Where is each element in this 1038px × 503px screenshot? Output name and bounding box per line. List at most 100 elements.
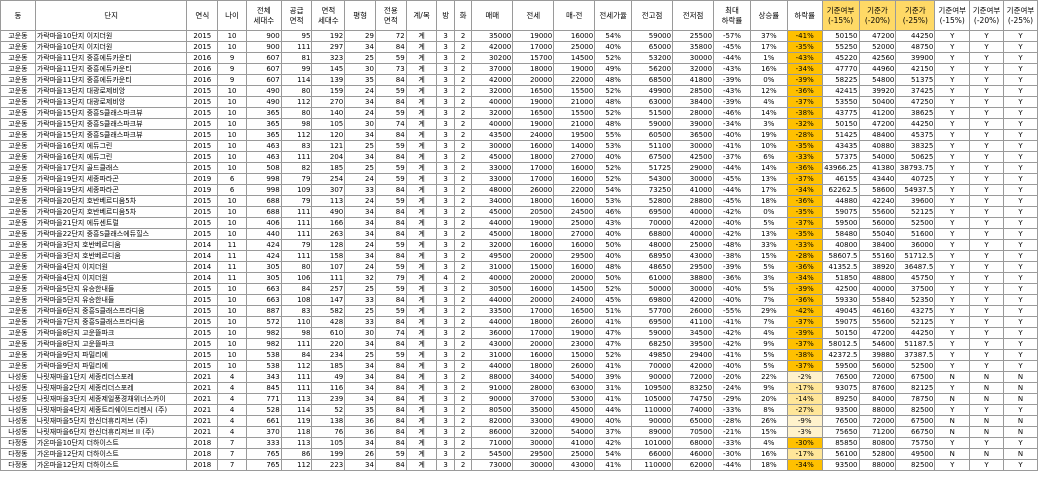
col-price-20-cell[interactable]: 47200 bbox=[858, 327, 897, 339]
col-flag-15-cell[interactable]: Y bbox=[934, 382, 971, 394]
col-age-cell[interactable]: 10 bbox=[217, 140, 247, 152]
col-total-units-cell[interactable]: 998 bbox=[245, 184, 282, 196]
col-age-cell[interactable]: 10 bbox=[217, 85, 247, 97]
col-sale-price-cell[interactable]: 90000 bbox=[471, 393, 514, 405]
col-area-units-cell[interactable]: 270 bbox=[311, 96, 346, 108]
col-baths-cell[interactable]: 2 bbox=[453, 360, 473, 372]
col-total-units-cell[interactable]: 365 bbox=[245, 118, 282, 130]
col-pyeong-cell[interactable]: 25 bbox=[344, 140, 376, 152]
col-total-units-cell[interactable]: 982 bbox=[245, 338, 282, 350]
col-sale-price-cell[interactable]: 32000 bbox=[471, 107, 514, 119]
col-max-drop-cell[interactable]: -42% bbox=[713, 327, 751, 339]
col-jeonse-ratio-cell[interactable]: 53% bbox=[594, 140, 633, 152]
col-rooms-cell[interactable]: 3 bbox=[436, 206, 455, 218]
col-year-cell[interactable]: 2015 bbox=[186, 30, 219, 42]
col-price-20-cell[interactable]: 48800 bbox=[858, 272, 897, 284]
col-baths-cell[interactable]: 2 bbox=[453, 371, 473, 383]
col-jeonse-ratio-cell[interactable]: 52% bbox=[594, 52, 633, 64]
col-rise-rate-header[interactable]: 상승률 bbox=[749, 0, 788, 31]
col-jeonse-ratio-cell[interactable]: 45% bbox=[594, 294, 633, 306]
col-total-units-cell[interactable]: 528 bbox=[245, 404, 282, 416]
col-rise-rate-cell[interactable]: 9% bbox=[749, 382, 788, 394]
col-sale-minus-jeonse-cell[interactable]: 63000 bbox=[553, 382, 596, 394]
col-max-drop-cell[interactable]: -43% bbox=[713, 85, 751, 97]
col-rooms-cell[interactable]: 3 bbox=[436, 239, 455, 251]
col-flag-15-cell[interactable]: Y bbox=[934, 250, 971, 262]
col-flag-25-cell[interactable]: Y bbox=[1002, 151, 1038, 163]
col-flag-25-cell[interactable]: Y bbox=[1002, 349, 1038, 361]
col-drop-rate-cell[interactable]: -37% bbox=[786, 217, 823, 229]
col-pyeong-cell[interactable]: 30 bbox=[344, 63, 376, 75]
col-total-units-cell[interactable]: 661 bbox=[245, 415, 282, 427]
col-price-25-cell[interactable]: 82500 bbox=[895, 404, 936, 416]
col-rooms-header[interactable]: 방 bbox=[436, 0, 455, 31]
col-rooms-cell[interactable]: 3 bbox=[436, 404, 455, 416]
col-sale-minus-jeonse-cell[interactable]: 15000 bbox=[553, 349, 596, 361]
col-rise-rate-cell[interactable]: 18% bbox=[749, 459, 788, 471]
col-criterion-15-cell[interactable]: 46155 bbox=[821, 173, 860, 185]
col-sale-price-cell[interactable]: 44000 bbox=[471, 316, 514, 328]
col-price-20-cell[interactable]: 80800 bbox=[858, 437, 897, 449]
col-rise-rate-cell[interactable]: 16% bbox=[749, 448, 788, 460]
col-criterion-15-cell[interactable]: 93500 bbox=[821, 459, 860, 471]
col-baths-cell[interactable]: 2 bbox=[453, 448, 473, 460]
col-stair-type-cell[interactable]: 계 bbox=[405, 393, 438, 405]
col-pyeong-cell[interactable]: 33 bbox=[344, 294, 376, 306]
col-price-20-cell[interactable]: 41380 bbox=[858, 162, 897, 174]
col-max-drop-cell[interactable]: -39% bbox=[713, 74, 751, 86]
col-stair-type-cell[interactable]: 계 bbox=[405, 327, 438, 339]
col-flag-25-cell[interactable]: Y bbox=[1002, 404, 1038, 416]
col-sale-minus-jeonse-cell[interactable]: 16500 bbox=[553, 305, 596, 317]
col-criterion-15-cell[interactable]: 42372.5 bbox=[821, 349, 860, 361]
col-baths-cell[interactable]: 2 bbox=[453, 327, 473, 339]
col-sale-minus-jeonse-cell[interactable]: 27000 bbox=[553, 151, 596, 163]
col-prev-high-cell[interactable]: 59000 bbox=[631, 327, 674, 339]
col-dong-cell[interactable]: 고운동 bbox=[0, 316, 36, 328]
col-pyeong-cell[interactable]: 34 bbox=[344, 382, 376, 394]
col-pyeong-cell[interactable]: 24 bbox=[344, 173, 376, 185]
col-flag-20-cell[interactable]: Y bbox=[969, 437, 1004, 449]
col-price-20-cell[interactable]: 47200 bbox=[858, 118, 897, 130]
col-total-units-cell[interactable]: 508 bbox=[245, 162, 282, 174]
col-baths-cell[interactable]: 2 bbox=[453, 41, 473, 53]
col-flag-15-cell[interactable]: Y bbox=[934, 272, 971, 284]
col-dong-cell[interactable]: 나성동 bbox=[0, 426, 36, 438]
col-prev-low-cell[interactable]: 46000 bbox=[672, 448, 715, 460]
col-max-drop-cell[interactable]: -44% bbox=[713, 184, 751, 196]
col-supply-area-cell[interactable]: 114 bbox=[280, 74, 313, 86]
col-prev-high-cell[interactable]: 60500 bbox=[631, 129, 674, 141]
col-price-25-cell[interactable]: 44250 bbox=[895, 118, 936, 130]
col-pyeong-cell[interactable]: 24 bbox=[344, 85, 376, 97]
col-pyeong-cell[interactable]: 34 bbox=[344, 338, 376, 350]
col-pyeong-cell[interactable]: 34 bbox=[344, 371, 376, 383]
col-sale-minus-jeonse-cell[interactable]: 49000 bbox=[553, 415, 596, 427]
col-prev-low-cell[interactable]: 62000 bbox=[672, 459, 715, 471]
col-complex-cell[interactable]: 가락마을13단지 대광로제비앙 bbox=[34, 85, 188, 97]
col-flag-25-cell[interactable]: Y bbox=[1002, 316, 1038, 328]
col-drop-rate-cell[interactable]: -37% bbox=[786, 96, 823, 108]
col-rise-rate-cell[interactable]: 8% bbox=[749, 404, 788, 416]
col-supply-area-cell[interactable]: 111 bbox=[280, 217, 313, 229]
col-rooms-cell[interactable]: 3 bbox=[436, 261, 455, 273]
col-supply-area-cell[interactable]: 80 bbox=[280, 85, 313, 97]
col-flag-15-cell[interactable]: Y bbox=[934, 107, 971, 119]
col-jeonse-price-cell[interactable]: 32000 bbox=[512, 426, 555, 438]
col-supply-area-cell[interactable]: 80 bbox=[280, 261, 313, 273]
col-stair-type-cell[interactable]: 계 bbox=[405, 217, 438, 229]
col-area-units-cell[interactable]: 49 bbox=[311, 371, 346, 383]
col-complex-cell[interactable]: 가락마을19단지 세종파라곤 bbox=[34, 184, 188, 196]
col-flag-15-cell[interactable]: N bbox=[934, 426, 971, 438]
col-rooms-cell[interactable]: 3 bbox=[436, 96, 455, 108]
col-flag-20-cell[interactable]: Y bbox=[969, 140, 1004, 152]
col-complex-cell[interactable]: 가락마을21단지 에듀센트럴 bbox=[34, 217, 188, 229]
col-supply-area-cell[interactable]: 84 bbox=[280, 283, 313, 295]
col-flag-25-cell[interactable]: Y bbox=[1002, 74, 1038, 86]
col-age-cell[interactable]: 10 bbox=[217, 129, 247, 141]
col-prev-low-cell[interactable]: 39000 bbox=[672, 118, 715, 130]
col-flag-25-cell[interactable]: Y bbox=[1002, 41, 1038, 53]
col-dong-cell[interactable]: 고운동 bbox=[0, 140, 36, 152]
col-baths-cell[interactable]: 2 bbox=[453, 151, 473, 163]
col-pyeong-cell[interactable]: 30 bbox=[344, 118, 376, 130]
col-flag-25-cell[interactable]: Y bbox=[1002, 206, 1038, 218]
col-year-cell[interactable]: 2021 bbox=[186, 404, 219, 416]
